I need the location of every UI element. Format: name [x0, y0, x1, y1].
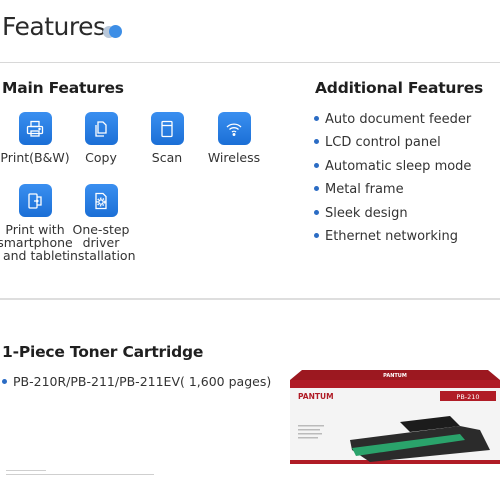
footnote-line: [6, 470, 46, 471]
bullet-icon: [314, 232, 319, 238]
divider: [0, 62, 500, 63]
printer-icon: [18, 112, 52, 145]
feature-label: Copy: [85, 150, 117, 165]
list-item: LCD control panel: [314, 133, 471, 156]
additional-features-heading: Additional Features: [315, 79, 484, 97]
box-bottom-stripe: [290, 460, 500, 464]
page-title: Features: [2, 12, 106, 41]
additional-features-list: Auto document feeder LCD control panel A…: [314, 110, 471, 250]
toner-box-image: PANTUM PANTUM PB-210: [290, 370, 500, 464]
bullet-icon: [314, 162, 319, 168]
list-item: Metal frame: [314, 180, 471, 203]
box-text-line: [298, 437, 318, 439]
feature-driver-install: One-step driver installation: [63, 184, 139, 262]
feature-label: Scan: [151, 150, 183, 165]
wifi-icon: [217, 112, 251, 145]
box-text-line: [298, 429, 320, 431]
scan-icon: [150, 112, 184, 145]
box-lid-front: [290, 380, 500, 388]
copy-icon: [84, 112, 118, 145]
feature-wireless: Wireless: [196, 112, 272, 164]
driver-gear-icon: [84, 184, 118, 217]
toner-heading: 1-Piece Toner Cartridge: [2, 343, 204, 361]
feature-label: One-step driver installation: [66, 222, 136, 263]
divider: [0, 298, 500, 300]
box-top-brand: PANTUM: [383, 373, 407, 379]
mobile-print-icon: [18, 184, 52, 217]
footnote-line: [6, 474, 154, 475]
list-item: Ethernet networking: [314, 227, 471, 250]
dot-front-icon: [109, 25, 122, 38]
list-item: Auto document feeder: [314, 110, 471, 133]
feature-scan: Scan: [129, 112, 205, 164]
box-brand: PANTUM: [298, 392, 334, 401]
feature-label: Wireless: [207, 150, 261, 165]
box-model: PB-210: [456, 393, 479, 401]
toner-item: PB-210R/PB-211/PB-211EV( 1,600 pages): [2, 374, 271, 389]
box-text-line: [298, 433, 322, 435]
list-item: Automatic sleep mode: [314, 157, 471, 180]
feature-copy: Copy: [63, 112, 139, 164]
bullet-icon: [314, 116, 319, 121]
main-features-heading: Main Features: [2, 79, 124, 97]
bullet-icon: [314, 209, 319, 215]
bullet-icon: [2, 379, 7, 384]
list-item: Sleek design: [314, 204, 471, 227]
box-text-line: [298, 425, 324, 427]
title-dots-decoration: [103, 25, 125, 39]
bullet-icon: [314, 186, 319, 192]
bullet-icon: [314, 139, 319, 145]
